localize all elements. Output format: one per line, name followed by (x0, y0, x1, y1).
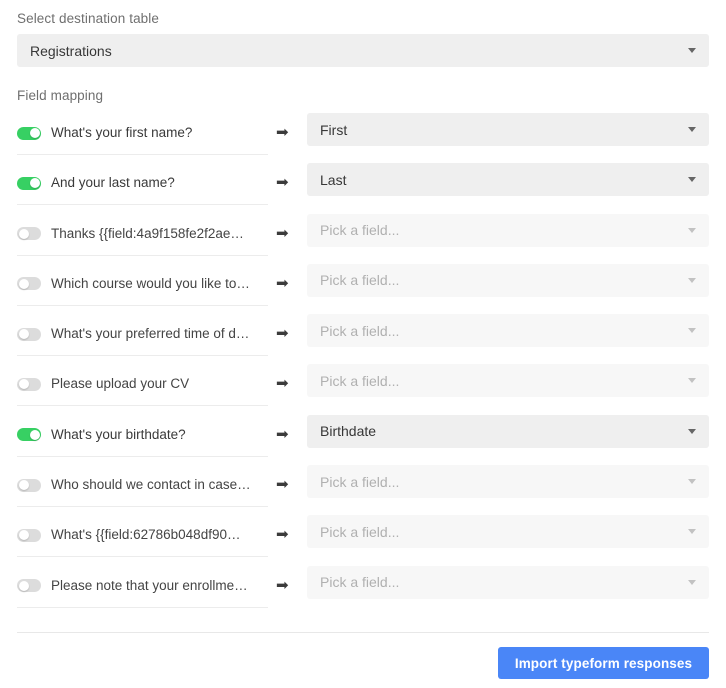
field-enable-toggle[interactable] (17, 579, 41, 593)
chevron-down-icon (688, 579, 696, 585)
field-enable-toggle[interactable] (17, 528, 41, 542)
field-enable-toggle[interactable] (17, 377, 41, 391)
field-mapping-row: Thanks {{field:4a9f158fe2f2ae… ➡ Pick a fi… (0, 213, 726, 263)
arrow-right-icon: ➡ (276, 526, 289, 544)
field-mapping-row: What's your first name? ➡ First (0, 112, 726, 162)
toggle-knob (18, 580, 29, 591)
field-mapping-row-source: Who should we contact in case… (17, 464, 268, 508)
arrow-right-icon: ➡ (276, 476, 289, 494)
field-enable-toggle[interactable] (17, 327, 41, 341)
arrow-right-icon: ➡ (276, 124, 289, 141)
field-mapping-row: Please upload your CV ➡ Pick a field... (0, 363, 726, 413)
field-enable-toggle[interactable] (17, 126, 41, 140)
field-mapping-row: And your last name? ➡ Last (0, 162, 726, 212)
destination-field-value: Pick a field... (320, 322, 400, 339)
toggle-knob (18, 278, 29, 289)
field-mapping-row: Which course would you like to… ➡ Pick a f… (0, 263, 726, 313)
field-enable-toggle[interactable] (17, 428, 41, 442)
field-mapping-row: What's your preferred time of d… ➡ Pick a … (0, 313, 726, 363)
field-enable-toggle[interactable] (17, 478, 41, 492)
destination-field-select[interactable]: Pick a field... (307, 213, 709, 247)
destination-field-value: Birthdate (320, 423, 377, 440)
destination-field-select[interactable]: Pick a field... (307, 465, 709, 499)
source-field-label: What's your birthdate? (51, 426, 186, 442)
field-mapping-row: What's {{field:62786b048df90… ➡ Pick a fie… (0, 514, 726, 564)
field-mapping-row-source: Thanks {{field:4a9f158fe2f2ae… (17, 213, 268, 256)
arrow-right-icon: ➡ (276, 325, 289, 343)
destination-field-value: Pick a field... (320, 574, 400, 591)
field-enable-toggle[interactable] (17, 227, 41, 241)
arrow-right-icon: ➡ (276, 425, 289, 443)
chevron-down-icon (688, 328, 696, 334)
chevron-down-icon (688, 127, 696, 132)
destination-field-select[interactable]: Last (307, 163, 709, 197)
toggle-knob (18, 379, 29, 390)
chevron-down-icon (688, 277, 696, 283)
destination-table-select[interactable]: Registrations (17, 34, 709, 67)
destination-field-value: Last (320, 171, 347, 188)
source-field-label: What's your preferred time of d… (51, 326, 250, 342)
arrow-right-icon: ➡ (276, 174, 289, 192)
destination-field-select[interactable]: Pick a field... (307, 364, 709, 398)
chevron-down-icon (688, 428, 696, 434)
toggle-knob (18, 480, 29, 491)
chevron-down-icon (688, 378, 696, 384)
source-field-label: What's {{field:62786b048df90… (51, 527, 241, 543)
toggle-knob (29, 128, 40, 138)
source-field-label: And your last name? (51, 175, 175, 191)
destination-table-value: Registrations (30, 42, 112, 59)
destination-field-select[interactable]: Birthdate (307, 414, 709, 448)
arrow-right-icon: ➡ (276, 274, 289, 292)
destination-table-label: Select destination table (17, 11, 159, 26)
destination-field-value: Pick a field... (320, 523, 400, 540)
destination-field-select[interactable]: Pick a field... (307, 314, 709, 348)
arrow-right-icon: ➡ (276, 576, 289, 594)
chevron-down-icon (688, 177, 696, 183)
toggle-knob (29, 429, 40, 440)
field-mapping-row: What's your birthdate? ➡ Birthdate (0, 414, 726, 464)
toggle-knob (18, 530, 29, 541)
destination-field-value: Pick a field... (320, 372, 400, 389)
field-enable-toggle[interactable] (17, 277, 41, 291)
toggle-knob (29, 178, 40, 189)
destination-field-select[interactable]: Pick a field... (307, 515, 709, 549)
toggle-knob (18, 329, 29, 340)
chevron-down-icon (688, 227, 696, 233)
destination-field-select[interactable]: Pick a field... (307, 565, 709, 599)
field-mapping-list: What's your first name? ➡ First And your la… (0, 112, 726, 615)
field-mapping-row-source: What's {{field:62786b048df90… (17, 514, 268, 558)
chevron-down-icon (688, 48, 696, 53)
chevron-down-icon (688, 529, 696, 535)
destination-field-select[interactable]: Pick a field... (307, 263, 709, 297)
field-mapping-label: Field mapping (17, 88, 104, 103)
field-enable-toggle[interactable] (17, 176, 41, 190)
field-mapping-panel: Select destination table Registrations F… (0, 0, 726, 688)
destination-field-value: Pick a field... (320, 473, 400, 490)
source-field-label: Please note that your enrollme… (51, 577, 248, 593)
arrow-right-icon: ➡ (276, 375, 289, 393)
field-mapping-row-source: What's your preferred time of d… (17, 313, 268, 357)
arrow-right-icon: ➡ (276, 224, 289, 242)
destination-field-value: Pick a field... (320, 272, 400, 289)
source-field-label: Which course would you like to… (51, 275, 250, 291)
field-mapping-row-source: What's your birthdate? (17, 414, 268, 457)
field-mapping-row: Who should we contact in case… ➡ Pick a fi… (0, 464, 726, 514)
field-mapping-row-source: Please upload your CV (17, 363, 268, 407)
field-mapping-row-source: Which course would you like to… (17, 263, 268, 306)
source-field-label: Please upload your CV (51, 376, 190, 392)
field-mapping-row-source: And your last name? (17, 162, 268, 206)
source-field-label: Who should we contact in case… (51, 477, 251, 493)
destination-field-select[interactable]: First (307, 113, 709, 146)
destination-field-value: First (320, 121, 348, 138)
field-mapping-row-source: Please note that your enrollme… (17, 565, 268, 608)
field-mapping-row-source: What's your first name? (17, 112, 268, 155)
chevron-down-icon (688, 479, 696, 485)
destination-field-value: Pick a field... (320, 222, 400, 239)
toggle-knob (18, 228, 29, 239)
footer-divider (17, 632, 709, 633)
source-field-label: Thanks {{field:4a9f158fe2f2ae… (51, 225, 244, 241)
source-field-label: What's your first name? (51, 125, 193, 140)
field-mapping-row: Please note that your enrollme… ➡ Pick a f… (0, 565, 726, 615)
import-typeform-responses-button[interactable]: Import typeform responses (498, 647, 709, 679)
